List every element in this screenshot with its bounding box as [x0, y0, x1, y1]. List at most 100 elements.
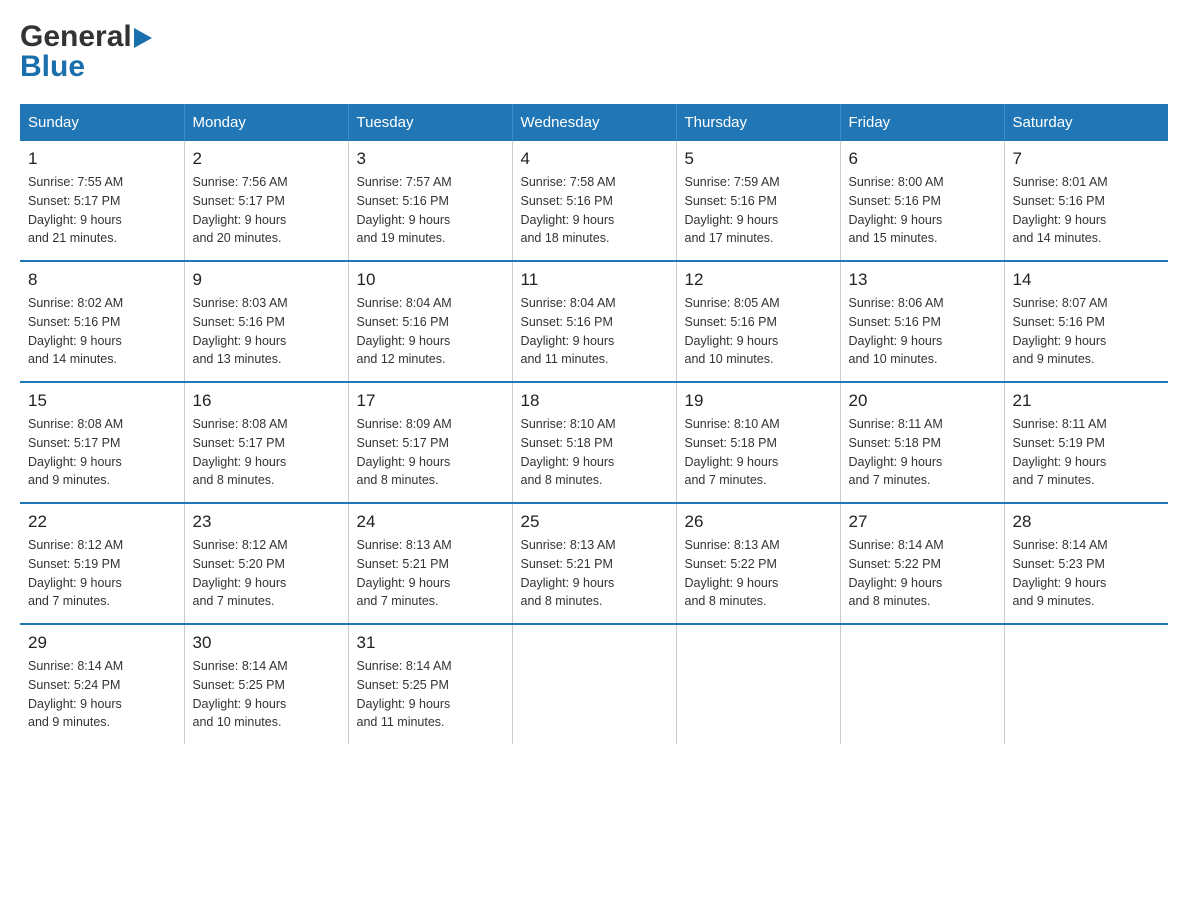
calendar-cell: 1 Sunrise: 7:55 AM Sunset: 5:17 PM Dayli…	[20, 141, 184, 261]
day-info: Sunrise: 8:10 AM Sunset: 5:18 PM Dayligh…	[521, 415, 668, 490]
calendar-cell: 24 Sunrise: 8:13 AM Sunset: 5:21 PM Dayl…	[348, 503, 512, 624]
day-info: Sunrise: 8:04 AM Sunset: 5:16 PM Dayligh…	[357, 294, 504, 369]
weekday-header-friday: Friday	[840, 104, 1004, 141]
calendar-cell: 23 Sunrise: 8:12 AM Sunset: 5:20 PM Dayl…	[184, 503, 348, 624]
day-info: Sunrise: 7:57 AM Sunset: 5:16 PM Dayligh…	[357, 173, 504, 248]
day-info: Sunrise: 8:11 AM Sunset: 5:19 PM Dayligh…	[1013, 415, 1161, 490]
day-info: Sunrise: 7:58 AM Sunset: 5:16 PM Dayligh…	[521, 173, 668, 248]
calendar-week-row: 22 Sunrise: 8:12 AM Sunset: 5:19 PM Dayl…	[20, 503, 1168, 624]
calendar-cell	[1004, 624, 1168, 744]
day-info: Sunrise: 8:02 AM Sunset: 5:16 PM Dayligh…	[28, 294, 176, 369]
day-info: Sunrise: 8:03 AM Sunset: 5:16 PM Dayligh…	[193, 294, 340, 369]
day-number: 2	[193, 149, 340, 169]
day-info: Sunrise: 8:13 AM Sunset: 5:21 PM Dayligh…	[521, 536, 668, 611]
day-number: 27	[849, 512, 996, 532]
calendar-cell	[840, 624, 1004, 744]
day-number: 24	[357, 512, 504, 532]
day-info: Sunrise: 7:55 AM Sunset: 5:17 PM Dayligh…	[28, 173, 176, 248]
day-info: Sunrise: 8:05 AM Sunset: 5:16 PM Dayligh…	[685, 294, 832, 369]
weekday-header-row: SundayMondayTuesdayWednesdayThursdayFrid…	[20, 104, 1168, 141]
day-info: Sunrise: 8:14 AM Sunset: 5:25 PM Dayligh…	[193, 657, 340, 732]
day-info: Sunrise: 8:04 AM Sunset: 5:16 PM Dayligh…	[521, 294, 668, 369]
day-number: 16	[193, 391, 340, 411]
calendar-cell	[676, 624, 840, 744]
day-number: 26	[685, 512, 832, 532]
calendar-cell: 25 Sunrise: 8:13 AM Sunset: 5:21 PM Dayl…	[512, 503, 676, 624]
logo-general-text: General	[20, 20, 132, 54]
calendar-cell: 21 Sunrise: 8:11 AM Sunset: 5:19 PM Dayl…	[1004, 382, 1168, 503]
calendar-cell: 5 Sunrise: 7:59 AM Sunset: 5:16 PM Dayli…	[676, 141, 840, 261]
day-info: Sunrise: 8:14 AM Sunset: 5:24 PM Dayligh…	[28, 657, 176, 732]
day-info: Sunrise: 8:13 AM Sunset: 5:21 PM Dayligh…	[357, 536, 504, 611]
calendar-cell: 16 Sunrise: 8:08 AM Sunset: 5:17 PM Dayl…	[184, 382, 348, 503]
calendar-cell: 14 Sunrise: 8:07 AM Sunset: 5:16 PM Dayl…	[1004, 261, 1168, 382]
day-info: Sunrise: 8:00 AM Sunset: 5:16 PM Dayligh…	[849, 173, 996, 248]
day-number: 17	[357, 391, 504, 411]
calendar-week-row: 8 Sunrise: 8:02 AM Sunset: 5:16 PM Dayli…	[20, 261, 1168, 382]
logo-arrow-icon	[134, 28, 152, 48]
calendar-cell: 4 Sunrise: 7:58 AM Sunset: 5:16 PM Dayli…	[512, 141, 676, 261]
day-number: 8	[28, 270, 176, 290]
weekday-header-sunday: Sunday	[20, 104, 184, 141]
calendar-cell: 27 Sunrise: 8:14 AM Sunset: 5:22 PM Dayl…	[840, 503, 1004, 624]
day-info: Sunrise: 8:13 AM Sunset: 5:22 PM Dayligh…	[685, 536, 832, 611]
day-number: 23	[193, 512, 340, 532]
day-number: 28	[1013, 512, 1161, 532]
day-info: Sunrise: 8:10 AM Sunset: 5:18 PM Dayligh…	[685, 415, 832, 490]
day-number: 15	[28, 391, 176, 411]
calendar-cell: 29 Sunrise: 8:14 AM Sunset: 5:24 PM Dayl…	[20, 624, 184, 744]
day-info: Sunrise: 8:14 AM Sunset: 5:25 PM Dayligh…	[357, 657, 504, 732]
day-number: 18	[521, 391, 668, 411]
day-info: Sunrise: 8:01 AM Sunset: 5:16 PM Dayligh…	[1013, 173, 1161, 248]
day-info: Sunrise: 8:06 AM Sunset: 5:16 PM Dayligh…	[849, 294, 996, 369]
calendar-cell: 8 Sunrise: 8:02 AM Sunset: 5:16 PM Dayli…	[20, 261, 184, 382]
day-number: 21	[1013, 391, 1161, 411]
day-number: 5	[685, 149, 832, 169]
day-info: Sunrise: 8:14 AM Sunset: 5:22 PM Dayligh…	[849, 536, 996, 611]
weekday-header-monday: Monday	[184, 104, 348, 141]
calendar-table: SundayMondayTuesdayWednesdayThursdayFrid…	[20, 104, 1168, 744]
calendar-cell: 6 Sunrise: 8:00 AM Sunset: 5:16 PM Dayli…	[840, 141, 1004, 261]
day-number: 3	[357, 149, 504, 169]
day-info: Sunrise: 7:59 AM Sunset: 5:16 PM Dayligh…	[685, 173, 832, 248]
day-number: 14	[1013, 270, 1161, 290]
weekday-header-thursday: Thursday	[676, 104, 840, 141]
weekday-header-wednesday: Wednesday	[512, 104, 676, 141]
day-info: Sunrise: 8:12 AM Sunset: 5:19 PM Dayligh…	[28, 536, 176, 611]
day-number: 4	[521, 149, 668, 169]
calendar-cell: 7 Sunrise: 8:01 AM Sunset: 5:16 PM Dayli…	[1004, 141, 1168, 261]
calendar-week-row: 1 Sunrise: 7:55 AM Sunset: 5:17 PM Dayli…	[20, 141, 1168, 261]
calendar-week-row: 29 Sunrise: 8:14 AM Sunset: 5:24 PM Dayl…	[20, 624, 1168, 744]
calendar-cell: 2 Sunrise: 7:56 AM Sunset: 5:17 PM Dayli…	[184, 141, 348, 261]
day-number: 6	[849, 149, 996, 169]
day-number: 20	[849, 391, 996, 411]
calendar-cell: 11 Sunrise: 8:04 AM Sunset: 5:16 PM Dayl…	[512, 261, 676, 382]
calendar-cell: 18 Sunrise: 8:10 AM Sunset: 5:18 PM Dayl…	[512, 382, 676, 503]
day-info: Sunrise: 8:07 AM Sunset: 5:16 PM Dayligh…	[1013, 294, 1161, 369]
calendar-cell: 3 Sunrise: 7:57 AM Sunset: 5:16 PM Dayli…	[348, 141, 512, 261]
day-number: 12	[685, 270, 832, 290]
calendar-cell: 13 Sunrise: 8:06 AM Sunset: 5:16 PM Dayl…	[840, 261, 1004, 382]
day-number: 22	[28, 512, 176, 532]
calendar-cell: 17 Sunrise: 8:09 AM Sunset: 5:17 PM Dayl…	[348, 382, 512, 503]
calendar-cell: 10 Sunrise: 8:04 AM Sunset: 5:16 PM Dayl…	[348, 261, 512, 382]
day-number: 30	[193, 633, 340, 653]
weekday-header-saturday: Saturday	[1004, 104, 1168, 141]
calendar-cell: 20 Sunrise: 8:11 AM Sunset: 5:18 PM Dayl…	[840, 382, 1004, 503]
day-info: Sunrise: 8:09 AM Sunset: 5:17 PM Dayligh…	[357, 415, 504, 490]
day-info: Sunrise: 7:56 AM Sunset: 5:17 PM Dayligh…	[193, 173, 340, 248]
calendar-week-row: 15 Sunrise: 8:08 AM Sunset: 5:17 PM Dayl…	[20, 382, 1168, 503]
day-info: Sunrise: 8:14 AM Sunset: 5:23 PM Dayligh…	[1013, 536, 1161, 611]
calendar-cell: 31 Sunrise: 8:14 AM Sunset: 5:25 PM Dayl…	[348, 624, 512, 744]
day-number: 31	[357, 633, 504, 653]
calendar-cell: 9 Sunrise: 8:03 AM Sunset: 5:16 PM Dayli…	[184, 261, 348, 382]
day-number: 29	[28, 633, 176, 653]
day-info: Sunrise: 8:11 AM Sunset: 5:18 PM Dayligh…	[849, 415, 996, 490]
day-number: 10	[357, 270, 504, 290]
day-number: 9	[193, 270, 340, 290]
calendar-cell: 19 Sunrise: 8:10 AM Sunset: 5:18 PM Dayl…	[676, 382, 840, 503]
calendar-cell: 12 Sunrise: 8:05 AM Sunset: 5:16 PM Dayl…	[676, 261, 840, 382]
page-header: General Blue	[20, 20, 1168, 84]
day-info: Sunrise: 8:08 AM Sunset: 5:17 PM Dayligh…	[193, 415, 340, 490]
day-number: 11	[521, 270, 668, 290]
